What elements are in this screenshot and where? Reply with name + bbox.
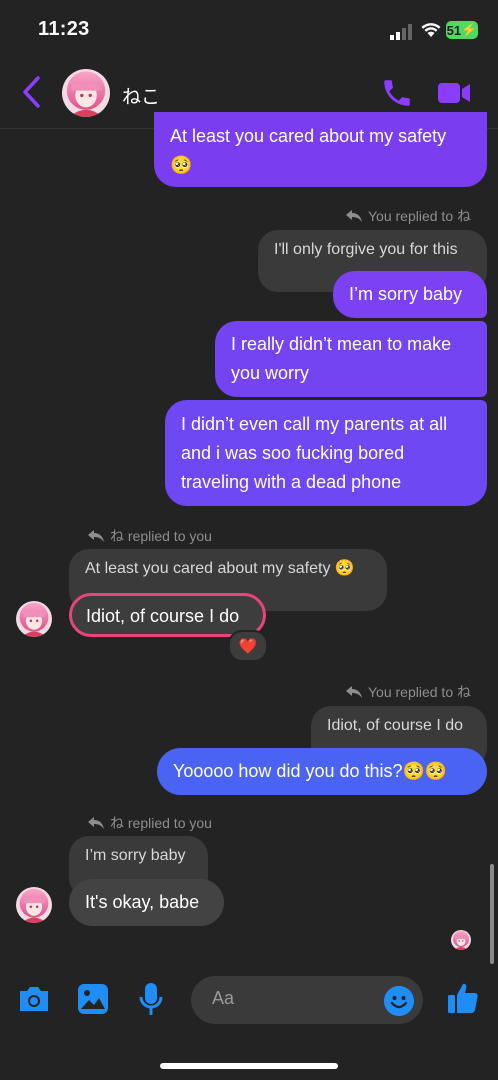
- reply-icon: [346, 686, 362, 698]
- emoji-icon[interactable]: [384, 986, 414, 1016]
- reply-indicator: ね replied to you: [88, 526, 212, 546]
- message-input-placeholder: Aa: [212, 988, 235, 1008]
- message-outgoing[interactable]: At least you cared about my safety 🥺: [154, 112, 487, 187]
- message-outgoing[interactable]: I didn’t even call my parents at all and…: [165, 400, 487, 506]
- cellular-signal-icon: [390, 24, 412, 40]
- message-outgoing[interactable]: I really didn’t mean to make you worry: [215, 321, 487, 397]
- read-receipt-avatar: [451, 930, 471, 950]
- message-outgoing[interactable]: I’m sorry baby: [333, 271, 487, 318]
- contact-name[interactable]: ねこ: [122, 82, 160, 109]
- gallery-icon[interactable]: [77, 983, 109, 1015]
- reply-indicator: ね replied to you: [88, 813, 212, 833]
- message-incoming[interactable]: It's okay, babe: [69, 879, 224, 926]
- message-outgoing[interactable]: Yooooo how did you do this?🥺🥺: [157, 748, 487, 795]
- thumbs-up-icon[interactable]: [446, 981, 480, 1015]
- microphone-icon[interactable]: [138, 982, 164, 1016]
- reply-icon: [88, 530, 104, 542]
- camera-icon[interactable]: [17, 984, 51, 1014]
- home-indicator: [160, 1063, 338, 1069]
- battery-indicator: 51 ⚡: [446, 21, 478, 39]
- video-icon[interactable]: [436, 78, 472, 108]
- sender-avatar[interactable]: [16, 887, 52, 923]
- contact-avatar[interactable]: [62, 69, 110, 117]
- status-time: 11:23: [38, 18, 90, 40]
- phone-icon[interactable]: [380, 76, 414, 110]
- reply-icon: [88, 817, 104, 829]
- wifi-icon: [421, 23, 441, 37]
- back-chevron-icon[interactable]: [20, 75, 42, 109]
- reply-indicator: You replied to ね: [346, 206, 471, 226]
- reply-indicator: You replied to ね: [346, 682, 471, 702]
- scrollbar[interactable]: [490, 864, 494, 964]
- reply-icon: [346, 210, 362, 222]
- sender-avatar[interactable]: [16, 601, 52, 637]
- heart-reaction[interactable]: ❤️: [228, 630, 268, 662]
